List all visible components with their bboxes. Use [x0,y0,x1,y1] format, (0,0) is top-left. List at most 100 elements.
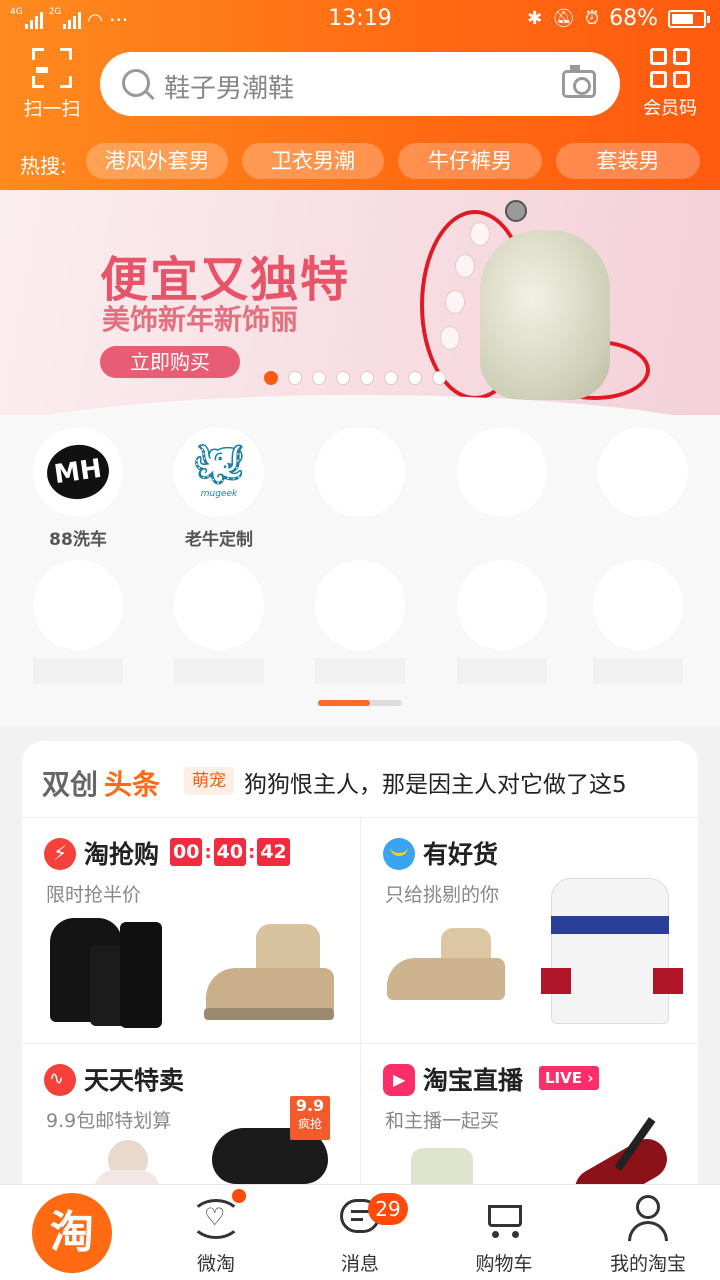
alarm-icon: ⏰︎ [585,8,600,29]
badge-label: 疯抢 [297,1117,322,1131]
good-goods-section[interactable]: 有好货 只给挑剔的你 [360,818,698,1044]
profile-icon [628,1195,668,1241]
search-placeholder: 鞋子男潮鞋 [164,74,295,104]
tab-label: 我的淘宝 [609,1253,686,1275]
search-icon [122,69,150,97]
tab-home[interactable]: 淘 [0,1185,144,1280]
hot-chip-2[interactable]: 卫衣男潮 [242,143,384,179]
mh-logo: MH [43,440,113,504]
tab-messages[interactable]: 29 消息 [288,1185,432,1280]
channel-laoniu-custom[interactable]: 🐙︎ mugeek 老牛定制 [164,427,274,550]
section-title: 淘宝直播 [423,1066,524,1095]
channel-placeholder[interactable] [305,560,415,684]
price-badge: 9.9 疯抢 [290,1096,330,1140]
channel-placeholder[interactable] [588,427,698,517]
camera-search-icon[interactable] [562,65,596,98]
countdown-timer: 00: 40: 42 [170,838,290,866]
promo-banner[interactable]: 便宜又独特 美饰新年新饰丽 立即购买 [0,190,720,415]
banner-pagination [264,371,446,385]
lightning-icon: ⚡︎ [44,838,76,870]
timer-seconds: 42 [257,838,290,866]
banner-dot[interactable] [312,371,326,385]
hot-search-title: 热搜: [20,154,67,178]
pulse-icon: ∿ [44,1064,76,1096]
banner-subline: 美饰新年新饰丽 [102,303,299,336]
channel-placeholder[interactable] [447,427,557,517]
tab-label: 消息 [340,1253,379,1275]
header: 4G 2G ◠ ··· 13:19 ✱ 🔕︎ ⏰︎ 68% 扫一扫 鞋子男潮鞋 … [0,0,720,190]
bluetooth-icon: ✱ [527,8,543,29]
channel-logo: MH [33,427,123,517]
channel-88-car-wash[interactable]: MH 88洗车 [23,427,133,550]
section-title: 天天特卖 [84,1066,185,1095]
live-badge-text: LIVE [545,1069,582,1087]
member-code-button[interactable]: 会员码 [638,48,702,120]
banner-dot[interactable] [384,371,398,385]
feature-card: 双创 头条 萌宠 狗狗恨主人，那是因主人对它做了这5 ⚡︎ 淘抢购 00: 40… [22,741,698,1201]
section-title: 淘抢购 [84,840,160,869]
mute-icon: 🔕︎ [552,8,576,29]
member-code-icon [650,48,690,88]
tab-cart[interactable]: 购物车 [432,1185,576,1280]
scan-button[interactable]: 扫一扫 [18,48,86,121]
status-bar: 4G 2G ◠ ··· 13:19 ✱ 🔕︎ ⏰︎ 68% [0,0,720,40]
channel-placeholder[interactable] [447,560,557,684]
tab-label: 购物车 [475,1253,533,1275]
tv-icon: ▶︎ [383,1064,415,1096]
battery-percent: 68% [609,6,658,31]
weitao-new-dot [232,1189,246,1203]
timer-hours: 00 [170,838,203,866]
channel-label: 老牛定制 [185,530,253,550]
banner-dot[interactable] [408,371,422,385]
banner-dot[interactable] [288,371,302,385]
smile-icon [383,838,415,870]
banner-dot[interactable] [432,371,446,385]
news-text: 狗狗恨主人，那是因主人对它做了这5 [244,772,627,798]
channel-label: 88洗车 [49,530,107,550]
news-tag: 萌宠 [184,767,234,795]
live-stream-section[interactable]: ▶︎ 淘宝直播 LIVE › 和主播一起买 [360,1044,698,1201]
hot-chip-3[interactable]: 牛仔裤男 [398,143,542,179]
octopus-logo-icon: 🐙︎ [193,442,245,488]
channel-placeholder[interactable] [164,560,274,684]
timer-minutes: 40 [213,838,247,866]
headline-news[interactable]: 双创 头条 萌宠 狗狗恨主人，那是因主人对它做了这5 [22,741,698,818]
hot-chip-4[interactable]: 套装男 [556,143,700,179]
banner-buy-button[interactable]: 立即购买 [100,346,240,378]
channel-pager [318,700,402,706]
cart-icon [482,1199,526,1239]
news-logo-b: 头条 [104,768,161,801]
weitao-icon: ♡ [190,1195,242,1241]
scan-label: 扫一扫 [23,98,81,120]
live-badge: LIVE › [539,1066,600,1090]
message-count-badge: 29 [368,1193,408,1225]
banner-dot[interactable] [336,371,350,385]
flash-sale-section[interactable]: ⚡︎ 淘抢购 00: 40: 42 限时抢半价 [22,818,360,1044]
section-subtitle: 和主播一起买 [385,1110,500,1132]
section-subtitle: 只给挑剔的你 [385,884,500,906]
search-input[interactable]: 鞋子男潮鞋 [100,52,620,116]
tab-label: 微淘 [196,1253,235,1275]
channel-logo: 🐙︎ mugeek [174,427,264,517]
banner-dot[interactable] [360,371,374,385]
banner-dot[interactable] [264,371,278,385]
channel-placeholder[interactable] [23,560,133,684]
bottom-tab-bar: 淘 ♡ 微淘 29 消息 购物车 我的淘宝 [0,1184,720,1280]
channel-placeholder[interactable] [583,560,693,684]
battery-icon [668,9,710,28]
taobao-home-icon: 淘 [32,1193,112,1273]
news-logo-a: 双创 [42,768,99,801]
tab-weitao[interactable]: ♡ 微淘 [144,1185,288,1280]
channel-grid: MH 88洗车 🐙︎ mugeek 老牛定制 [0,415,720,725]
section-subtitle: 9.9包邮特划算 [46,1110,172,1132]
section-subtitle: 限时抢半价 [46,884,142,906]
section-title: 有好货 [423,840,499,869]
hot-chip-1[interactable]: 港风外套男 [86,143,228,179]
badge-price: 9.9 [295,1096,325,1115]
scan-icon [32,48,72,88]
tab-my-taobao[interactable]: 我的淘宝 [576,1185,720,1280]
daily-deals-section[interactable]: ∿ 天天特卖 9.9包邮特划算 9.9 疯抢 [22,1044,360,1201]
channel-placeholder[interactable] [305,427,415,517]
member-code-label: 会员码 [643,98,697,119]
hot-search-bar: 热搜: 港风外套男 卫衣男潮 牛仔裤男 套装男 [0,140,720,184]
